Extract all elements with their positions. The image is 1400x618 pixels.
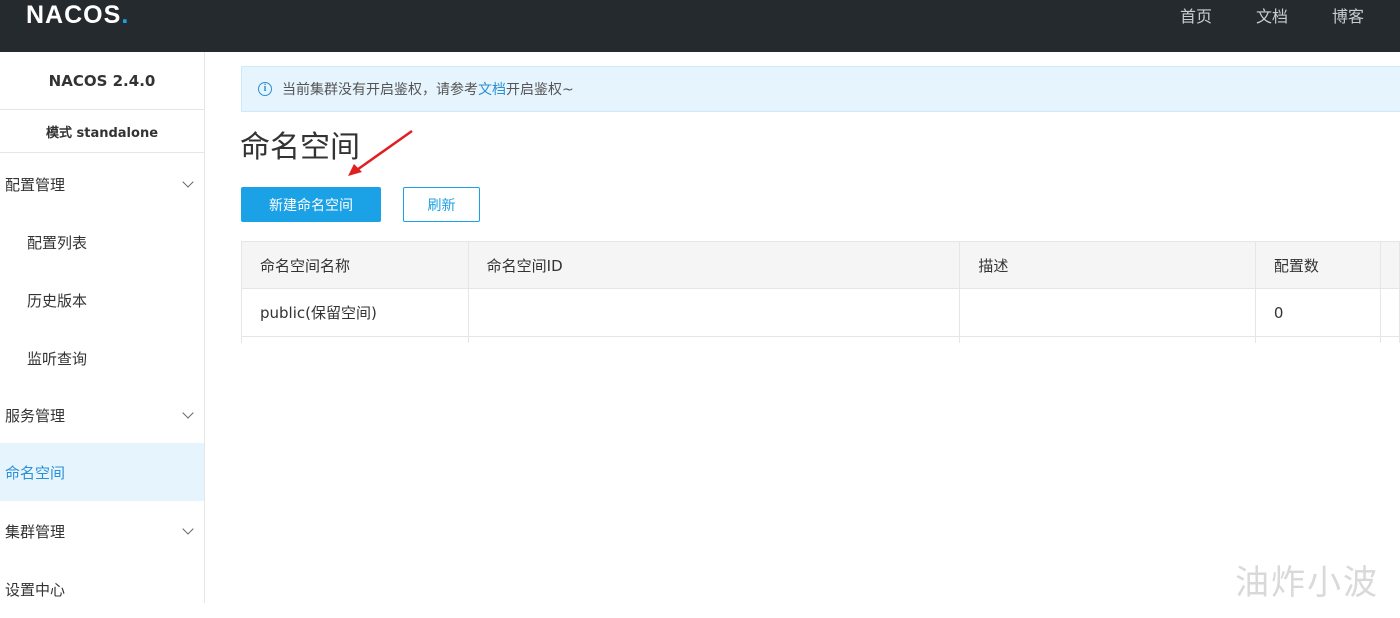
sidebar-item-config-list[interactable]: 配置列表	[0, 213, 204, 271]
new-namespace-button[interactable]: 新建命名空间	[241, 187, 381, 222]
empty-cell	[1255, 336, 1382, 343]
version-label: NACOS 2.4.0	[0, 52, 204, 110]
sidebar-item-label: 服务管理	[5, 406, 66, 425]
cell-actions	[1380, 288, 1400, 337]
sidebar-item-label: 设置中心	[5, 580, 66, 599]
empty-cell	[1380, 336, 1400, 343]
logo-dot: .	[121, 0, 130, 29]
notice-text-before: 当前集群没有开启鉴权，请参考	[282, 82, 478, 98]
namespace-table: 命名空间名称 命名空间ID 描述 配置数 public(保留空间) 0	[241, 241, 1400, 343]
sidebar-item-label: 命名空间	[5, 463, 66, 482]
empty-cell	[241, 336, 469, 343]
sidebar-item-label: 监听查询	[27, 349, 88, 368]
logo-text: NAC	[26, 0, 84, 29]
empty-cell	[468, 336, 961, 343]
column-header-id[interactable]: 命名空间ID	[468, 241, 961, 289]
sidebar-item-listener-query[interactable]: 监听查询	[0, 329, 204, 387]
sidebar-item-namespace[interactable]: 命名空间	[0, 443, 204, 501]
nav-home[interactable]: 首页	[1180, 3, 1212, 27]
sidebar-item-cluster-management[interactable]: 集群管理	[0, 502, 204, 560]
sidebar-item-label: 集群管理	[5, 522, 66, 541]
top-bar: NAC O S. 首页 文档 博客	[0, 0, 1400, 52]
column-header-description[interactable]: 描述	[959, 241, 1256, 289]
refresh-button[interactable]: 刷新	[403, 187, 480, 222]
chevron-down-icon	[182, 407, 194, 419]
sidebar: NACOS 2.4.0 模式 standalone 配置管理 配置列表 历史版本…	[0, 52, 205, 603]
table-row-partial	[241, 336, 1400, 343]
watermark: 油炸小波	[1235, 563, 1379, 603]
table-header-row: 命名空间名称 命名空间ID 描述 配置数	[241, 241, 1400, 289]
column-header-name[interactable]: 命名空间名称	[241, 241, 469, 289]
cell-description	[959, 288, 1256, 337]
sidebar-item-settings[interactable]: 设置中心	[0, 560, 204, 618]
cell-config-count: 0	[1255, 288, 1382, 337]
nav-docs[interactable]: 文档	[1256, 3, 1288, 27]
column-header-config-count[interactable]: 配置数	[1255, 241, 1382, 289]
auth-notice: i 当前集群没有开启鉴权，请参考 文档 开启鉴权~	[241, 66, 1400, 112]
sidebar-item-label: 配置列表	[27, 233, 88, 252]
sidebar-item-label: 配置管理	[5, 175, 66, 194]
annotation-arrow-icon	[348, 129, 413, 176]
notice-text-after: 开启鉴权~	[506, 82, 574, 98]
sidebar-item-label: 历史版本	[27, 291, 88, 310]
column-header-actions	[1380, 241, 1400, 289]
logo-s: S	[103, 0, 122, 29]
chevron-down-icon	[182, 176, 194, 188]
empty-cell	[959, 336, 1256, 343]
docs-link[interactable]: 文档	[478, 79, 506, 99]
nacos-logo[interactable]: NAC O S.	[26, 0, 129, 30]
sidebar-item-service-management[interactable]: 服务管理	[0, 386, 204, 444]
cell-namespace-id	[468, 288, 961, 337]
nav-blog[interactable]: 博客	[1332, 3, 1364, 27]
info-icon: i	[258, 82, 272, 96]
sidebar-item-history[interactable]: 历史版本	[0, 271, 204, 329]
logo-o: O	[83, 0, 104, 29]
mode-label: 模式 standalone	[0, 110, 204, 153]
chevron-down-icon	[182, 523, 194, 535]
table-row: public(保留空间) 0	[241, 288, 1400, 337]
sidebar-item-config-management[interactable]: 配置管理	[0, 155, 204, 213]
cell-namespace-name: public(保留空间)	[241, 288, 469, 337]
